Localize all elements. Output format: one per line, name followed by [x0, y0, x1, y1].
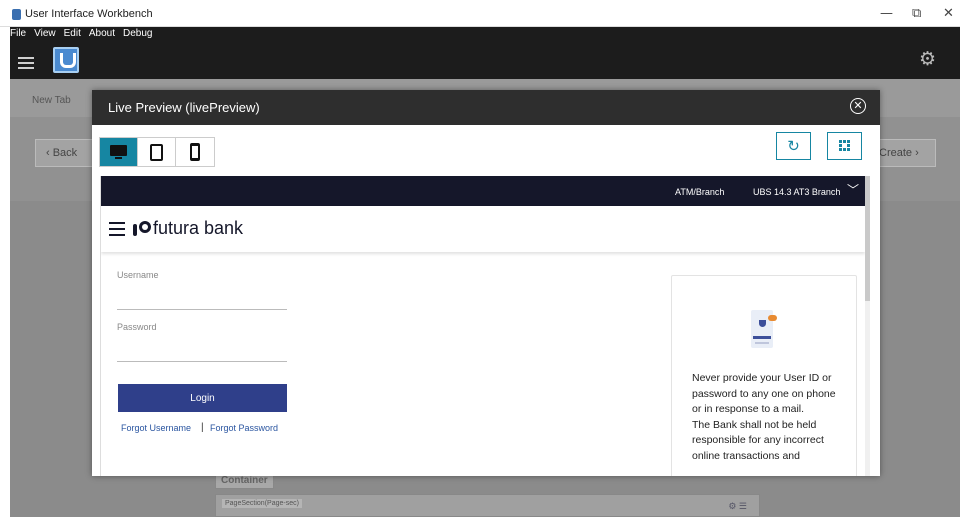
menubar: File View Edit About Debug: [10, 28, 152, 41]
security-notice-text: Never provide your User ID or password t…: [692, 372, 836, 462]
link-separator: |: [201, 422, 204, 433]
device-switcher: [99, 137, 215, 167]
live-preview-modal: Live Preview (livePreview) ✕ ↻ ATM/Branc…: [92, 90, 880, 476]
mobile-icon: [190, 143, 200, 161]
modal-header: Live Preview (livePreview) ✕: [92, 90, 880, 125]
menu-edit[interactable]: Edit: [64, 28, 81, 41]
username-field[interactable]: [117, 309, 287, 310]
menu-about[interactable]: About: [89, 28, 115, 41]
tab-new[interactable]: New Tab: [32, 95, 71, 106]
desktop-view-button[interactable]: [100, 138, 138, 166]
window-title: User Interface Workbench: [25, 8, 153, 20]
app-header: ⚙: [10, 27, 960, 79]
bank-name: futura bank: [153, 218, 244, 238]
hamburger-menu-icon[interactable]: [18, 57, 34, 72]
preview-frame: ATM/Branch UBS 14.3 AT3 Branch ﹀ futura …: [100, 176, 870, 476]
modal-close-icon[interactable]: ✕: [850, 98, 866, 114]
create-button[interactable]: Create ›: [872, 139, 936, 167]
restore-icon[interactable]: ⧉: [912, 6, 921, 21]
preview-scrollbar[interactable]: [865, 176, 870, 476]
login-button[interactable]: Login: [118, 384, 287, 412]
settings-gear-icon[interactable]: ⚙: [919, 48, 936, 70]
forgot-password-link[interactable]: Forgot Password: [210, 423, 278, 433]
mobile-view-button[interactable]: [176, 138, 214, 166]
menu-view[interactable]: View: [34, 28, 56, 41]
tablet-icon: [150, 143, 163, 161]
qr-code-button[interactable]: [827, 132, 862, 160]
bank-header: futura bank: [101, 206, 865, 252]
minimize-icon[interactable]: —: [880, 6, 893, 21]
login-area: Username Password Login Forgot Username …: [101, 258, 865, 476]
chevron-down-icon[interactable]: ﹀: [847, 181, 859, 198]
page-section[interactable]: PageSection(Page-sec) ⚙ ☰: [215, 494, 760, 517]
security-info-card: Never provide your User ID or password t…: [671, 275, 857, 476]
qr-code-icon: [838, 140, 851, 152]
username-label: Username: [117, 270, 159, 280]
atm-branch-link[interactable]: ATM/Branch: [675, 187, 724, 197]
page-section-tag: PageSection(Page-sec): [222, 499, 302, 508]
security-illustration-icon: [751, 310, 783, 350]
forgot-username-link[interactable]: Forgot Username: [121, 423, 191, 433]
scrollbar-thumb[interactable]: [865, 176, 870, 301]
page-section-tools-icon[interactable]: ⚙ ☰: [728, 501, 747, 512]
close-window-icon[interactable]: ✕: [943, 6, 954, 21]
bank-logo-icon: [133, 221, 151, 238]
app-logo: [53, 47, 79, 73]
bank-top-bar: ATM/Branch UBS 14.3 AT3 Branch ﹀: [101, 176, 865, 206]
tablet-view-button[interactable]: [138, 138, 176, 166]
password-label: Password: [117, 322, 157, 332]
desktop-icon: [110, 144, 127, 160]
branch-selector[interactable]: UBS 14.3 AT3 Branch: [753, 187, 840, 197]
bank-menu-icon[interactable]: [109, 222, 125, 240]
modal-title: Live Preview (livePreview): [108, 100, 260, 115]
back-button[interactable]: ‹ Back: [35, 139, 99, 167]
menu-debug[interactable]: Debug: [123, 28, 152, 41]
window-titlebar: User Interface Workbench — ⧉ ✕: [0, 0, 960, 27]
password-field[interactable]: [117, 361, 287, 362]
refresh-icon[interactable]: ↻: [776, 132, 811, 160]
menu-file[interactable]: File: [10, 28, 26, 41]
app-icon: [12, 9, 21, 20]
